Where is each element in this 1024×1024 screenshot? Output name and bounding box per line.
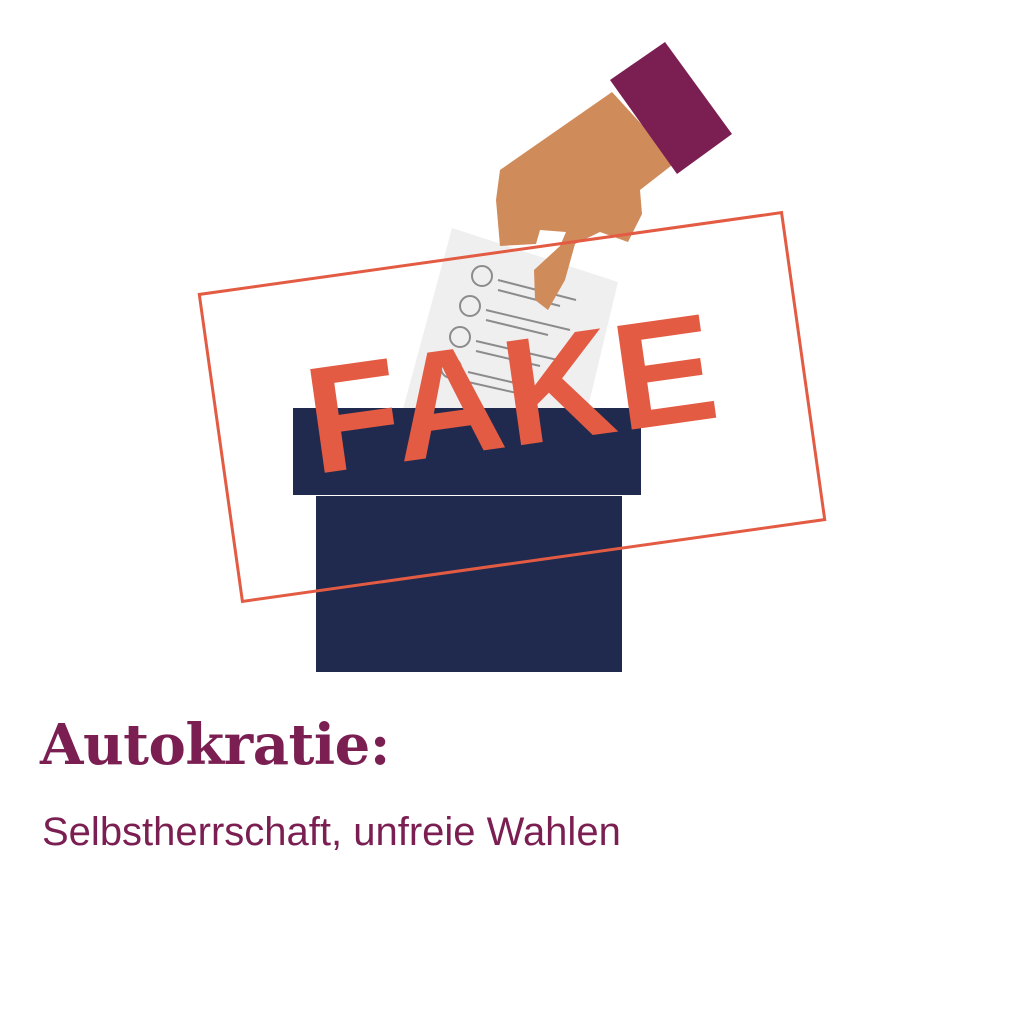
stamp-text: FAKE [296, 281, 729, 507]
page-title: Autokratie: [40, 712, 390, 778]
page-subtitle: Selbstherrschaft, unfreie Wahlen [42, 810, 621, 854]
election-illustration: FAKE [197, 42, 827, 672]
